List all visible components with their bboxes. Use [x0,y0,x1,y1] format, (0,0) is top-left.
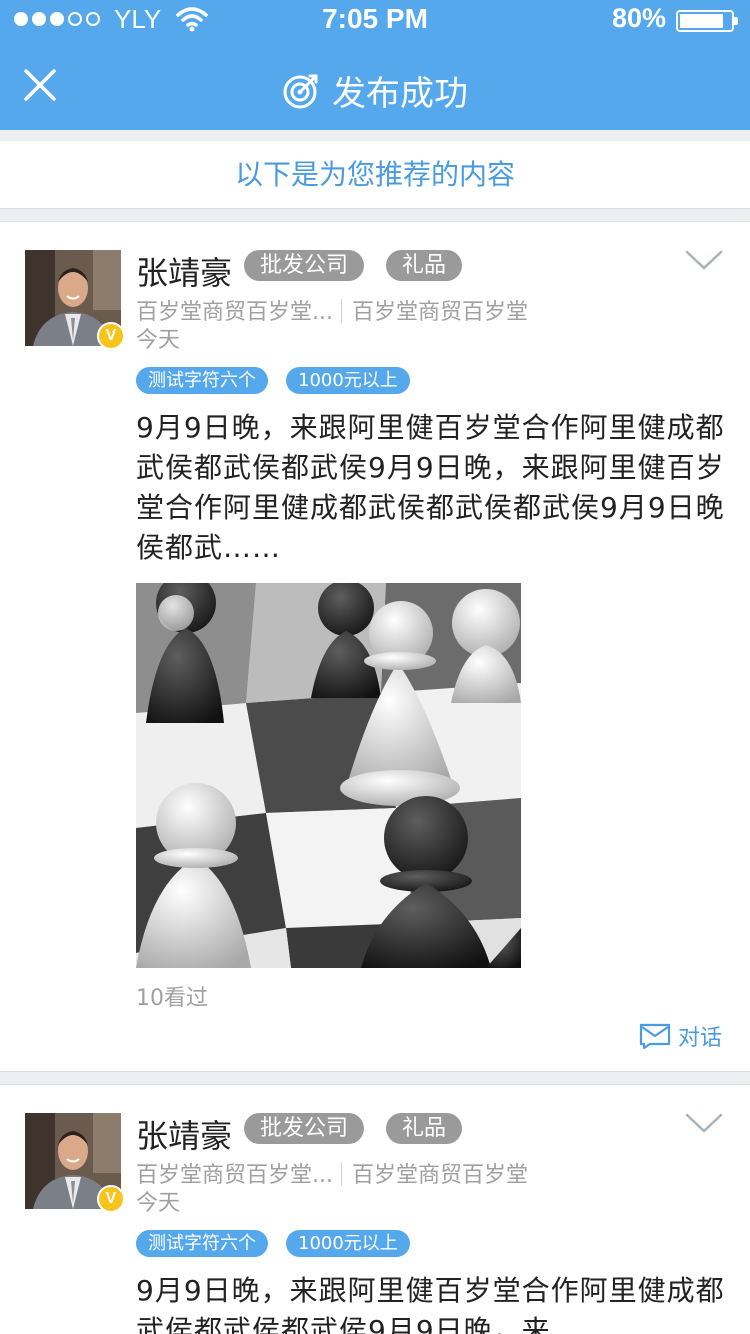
divider [340,1162,342,1186]
chat-button[interactable]: 对话 [638,1020,722,1052]
chevron-down-icon[interactable] [684,248,724,272]
verified-badge: V [97,1185,125,1213]
target-icon [283,74,318,108]
battery-percent: 80% [612,3,667,33]
nav-title-group: 发布成功 [0,66,750,115]
company-line: 百岁堂商贸百岁堂... 百岁堂商贸百岁堂 [136,294,528,326]
label-pill: 1000元以上 [286,367,410,394]
company-name: 百岁堂商贸百岁堂 [351,300,528,325]
author-name[interactable]: 张靖豪 [136,248,232,294]
category-tag: 礼品 [386,1113,463,1144]
nav-bar: 发布成功 [0,40,750,130]
recommend-header-text: 以下是为您推荐的内容 [234,158,515,191]
battery-icon [676,10,738,32]
category-tag: 礼品 [386,250,463,281]
chevron-down-icon[interactable] [684,1111,724,1135]
post-date: 今天 [136,1191,181,1216]
company-name: 百岁堂商贸百岁堂 [351,1163,528,1188]
label-pill: 测试字符六个 [136,1230,268,1257]
post-content[interactable]: 9月9日晚，来跟阿里健百岁堂合作阿里健成都武侯都武侯都武侯9月9日晚，来跟阿里健… [136,408,726,568]
industry-tag: 批发公司 [244,1113,365,1144]
post-card[interactable]: V 张靖豪 批发公司 礼品 百岁堂商贸百岁堂... 百岁堂商贸百岁堂 今天 测试字… [0,221,750,1072]
recommend-header: 以下是为您推荐的内容 [0,141,750,209]
divider [340,299,342,323]
message-icon [639,1023,671,1050]
post-content[interactable]: 9月9日晚，来跟阿里健百岁堂合作阿里健成都武侯都武侯都武侯9月9日晚，来 [136,1271,726,1334]
author-name[interactable]: 张靖豪 [136,1111,232,1157]
page-title: 发布成功 [332,74,468,114]
label-pill: 测试字符六个 [136,367,268,394]
label-pill: 1000元以上 [286,1230,410,1257]
post-card[interactable]: V 张靖豪 批发公司 礼品 百岁堂商贸百岁堂... 百岁堂商贸百岁堂 今天 测试字… [0,1084,750,1334]
view-count: 10看过 [136,986,208,1011]
chat-label[interactable]: 对话 [678,1020,722,1052]
status-bar: YLY 7:05 PM 80% [0,0,750,40]
post-date: 今天 [136,328,181,353]
verified-badge: V [97,322,125,350]
chess-pawns-photo[interactable] [136,583,521,968]
company-line: 百岁堂商贸百岁堂... 百岁堂商贸百岁堂 [136,1157,528,1189]
industry-tag: 批发公司 [244,250,365,281]
